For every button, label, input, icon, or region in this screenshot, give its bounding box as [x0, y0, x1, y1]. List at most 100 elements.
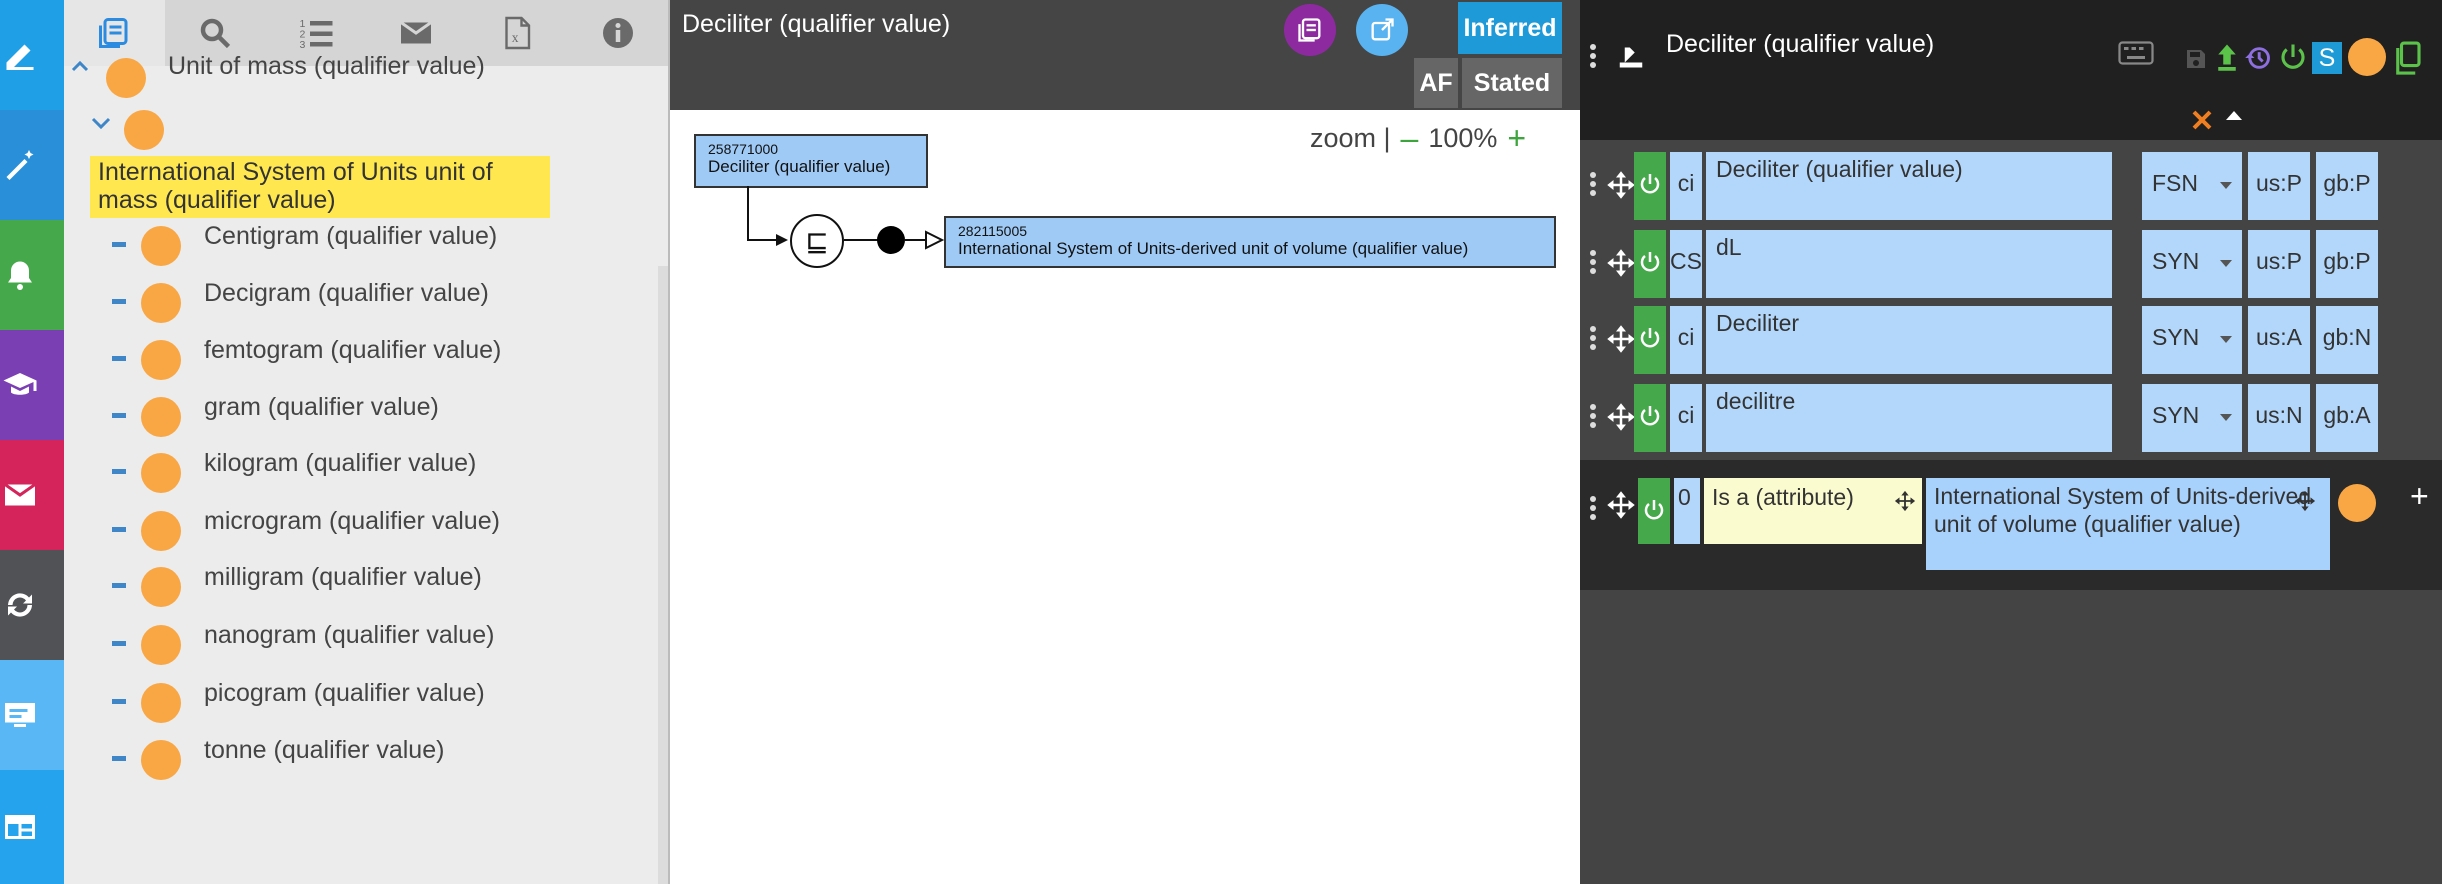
taxonomy-parent-label[interactable]: Unit of mass (qualifier value): [168, 52, 485, 81]
drag-handle-icon[interactable]: [1589, 44, 1597, 68]
drag-handle-icon[interactable]: [1589, 496, 1597, 520]
info-tab[interactable]: [567, 0, 668, 66]
stated-button[interactable]: Stated: [1462, 58, 1562, 108]
rail-messages[interactable]: [0, 440, 64, 550]
rail-training[interactable]: [0, 330, 64, 440]
collapse-up-icon[interactable]: [2224, 108, 2244, 122]
case-significance[interactable]: ci: [1670, 152, 1702, 220]
diagram-list-button[interactable]: [1284, 4, 1336, 56]
active-toggle[interactable]: [1634, 152, 1666, 220]
gb-acceptability[interactable]: gb:N: [2316, 306, 2378, 374]
rail-notifications[interactable]: [0, 220, 64, 330]
us-acceptability[interactable]: us:P: [2248, 230, 2310, 298]
relationship-group[interactable]: 0: [1674, 478, 1700, 544]
rail-magic[interactable]: [0, 110, 64, 220]
taxonomy-tab[interactable]: [64, 0, 165, 66]
case-significance[interactable]: ci: [1670, 384, 1702, 452]
description-term[interactable]: dL: [1706, 230, 2112, 298]
magic-wand-icon: [6, 150, 34, 180]
taxonomy-child-item[interactable]: femtogram (qualifier value): [64, 332, 624, 382]
zoom-in-button[interactable]: +: [1507, 120, 1526, 157]
taxonomy-child-item[interactable]: Decigram (qualifier value): [64, 275, 624, 325]
concept-status-dot: [2348, 38, 2386, 76]
zoom-control: zoom | – 100% +: [1310, 120, 1526, 157]
keyboard-icon[interactable]: [2118, 40, 2154, 66]
diagram-parent-box[interactable]: 282115005 International System of Units-…: [944, 216, 1556, 268]
case-significance[interactable]: ci: [1670, 306, 1702, 374]
taxonomy-child-item[interactable]: Centigram (qualifier value): [64, 218, 624, 268]
concept-status-dot: [141, 683, 181, 723]
drag-handle-icon[interactable]: [1589, 404, 1597, 428]
gb-acceptability[interactable]: gb:A: [2316, 384, 2378, 452]
relationship-attribute[interactable]: Is a (attribute): [1704, 478, 1922, 544]
description-term[interactable]: decilitre: [1706, 384, 2112, 452]
description-type-select[interactable]: FSN: [2142, 152, 2242, 220]
description-type: SYN: [2152, 324, 2200, 350]
description-term[interactable]: Deciliter (qualifier value): [1706, 152, 2112, 220]
power-icon: [1640, 252, 1660, 272]
move-icon[interactable]: [1606, 324, 1636, 354]
taxonomy-child-item[interactable]: microgram (qualifier value): [64, 503, 624, 553]
move-icon[interactable]: [1606, 402, 1636, 432]
taxonomy-child-item[interactable]: kilogram (qualifier value): [64, 445, 624, 495]
gb-acceptability[interactable]: gb:P: [2316, 230, 2378, 298]
concept-import-icon[interactable]: [1616, 40, 1646, 70]
taxonomy-child-item[interactable]: tonne (qualifier value): [64, 732, 624, 782]
rail-sync[interactable]: [0, 550, 64, 660]
taxonomy-child-item[interactable]: picogram (qualifier value): [64, 675, 624, 725]
active-toggle[interactable]: [1634, 306, 1666, 374]
taxonomy-child-item[interactable]: nanogram (qualifier value): [64, 617, 624, 667]
chevron-down-icon: [2220, 414, 2232, 421]
drag-handle-icon[interactable]: [1589, 172, 1597, 196]
power-icon: [1644, 500, 1664, 520]
s-badge[interactable]: S: [2312, 42, 2342, 74]
collapse-icon[interactable]: [70, 58, 90, 74]
active-toggle[interactable]: [1638, 478, 1670, 544]
case-significance[interactable]: CS: [1670, 230, 1702, 298]
us-acceptability[interactable]: us:A: [2248, 306, 2310, 374]
us-acceptability[interactable]: us:N: [2248, 384, 2310, 452]
move-icon[interactable]: [1606, 248, 1636, 278]
af-button[interactable]: AF: [1414, 58, 1458, 108]
power-icon[interactable]: [2278, 42, 2308, 72]
taxonomy-child-label: microgram (qualifier value): [204, 507, 500, 535]
concept-status-dot: [141, 453, 181, 493]
promote-icon[interactable]: [2216, 42, 2238, 72]
open-external-button[interactable]: [1356, 4, 1408, 56]
move-icon[interactable]: [1894, 490, 1916, 512]
move-icon[interactable]: [2294, 490, 2316, 512]
move-icon[interactable]: [1606, 170, 1636, 200]
history-icon[interactable]: [2244, 44, 2272, 72]
taxonomy-child-item[interactable]: milligram (qualifier value): [64, 559, 624, 609]
gb-acceptability[interactable]: gb:P: [2316, 152, 2378, 220]
zoom-out-button[interactable]: –: [1401, 120, 1419, 157]
description-term[interactable]: Deciliter: [1706, 306, 2112, 374]
relationship-target[interactable]: International System of Units-derived un…: [1926, 478, 2330, 570]
save-icon[interactable]: [2184, 46, 2208, 72]
description-type-select[interactable]: SYN: [2142, 230, 2242, 298]
rail-edit[interactable]: [0, 0, 64, 110]
clone-icon[interactable]: [2394, 40, 2424, 76]
rail-layout[interactable]: [0, 770, 64, 884]
description-type-select[interactable]: SYN: [2142, 384, 2242, 452]
taxonomy-child-item[interactable]: gram (qualifier value): [64, 389, 624, 439]
close-icon[interactable]: [2190, 108, 2214, 132]
taxonomy-child-label: femtogram (qualifier value): [204, 336, 502, 364]
add-relationship-button[interactable]: +: [2410, 478, 2429, 515]
us-acceptability[interactable]: us:P: [2248, 152, 2310, 220]
chevron-down-icon[interactable]: [90, 116, 112, 132]
ordered-list-icon: 123: [299, 18, 333, 51]
rail-display[interactable]: [0, 660, 64, 770]
inferred-button[interactable]: Inferred: [1458, 2, 1562, 54]
taxonomy-scrollbar[interactable]: [658, 266, 668, 884]
description-type-select[interactable]: SYN: [2142, 306, 2242, 374]
concept-status-dot: [124, 110, 164, 150]
taxonomy-selected-concept[interactable]: International System of Units unit of ma…: [90, 156, 550, 218]
active-toggle[interactable]: [1634, 384, 1666, 452]
power-icon: [1640, 406, 1660, 426]
drag-handle-icon[interactable]: [1589, 250, 1597, 274]
taxonomy-child-label: milligram (qualifier value): [204, 563, 482, 591]
drag-handle-icon[interactable]: [1589, 326, 1597, 350]
active-toggle[interactable]: [1634, 230, 1666, 298]
move-icon[interactable]: [1606, 490, 1636, 520]
